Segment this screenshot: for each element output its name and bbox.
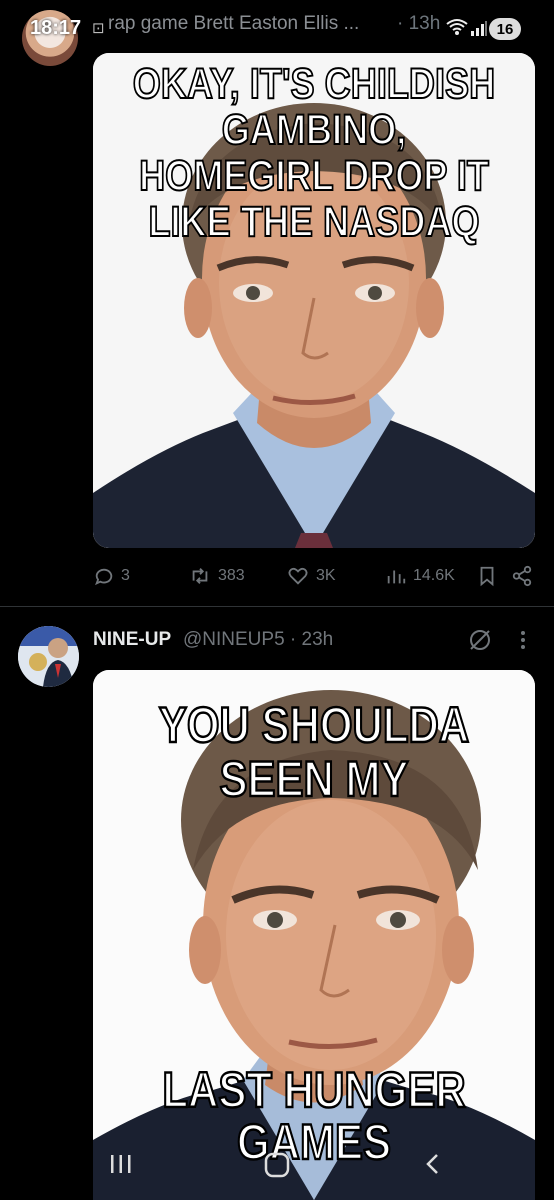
repost-button[interactable]: 383 — [188, 565, 245, 587]
views-count: 14.6K — [413, 567, 455, 584]
author-avatar-nineup[interactable] — [18, 626, 79, 687]
meme2-caption-top: YOU SHOULDA SEEN MY — [158, 697, 470, 808]
share-button[interactable] — [511, 565, 533, 587]
reply-button[interactable]: 3 — [93, 565, 130, 587]
bookmark-icon — [480, 566, 494, 587]
tweet2-display-name[interactable]: NINE-UP — [93, 629, 171, 651]
signal-icon — [471, 21, 487, 36]
reply-count: 3 — [121, 567, 130, 584]
slash-circle-icon[interactable] — [466, 626, 494, 654]
bar-chart-icon — [387, 570, 406, 584]
tweet2-meme-image[interactable]: YOU SHOULDA SEEN MY LAST HUNGER GAMES — [93, 670, 535, 1200]
tweet1-action-bar: 3 383 3K 14.6K — [93, 565, 538, 593]
tweet-divider — [0, 606, 554, 607]
screenshot-status-icon: ⊡ — [92, 20, 105, 37]
repost-count: 383 — [218, 567, 245, 584]
heart-icon — [288, 567, 308, 585]
status-time: 18:17 — [30, 17, 82, 39]
share-icon — [512, 565, 532, 587]
tweet1-time: · 13h — [397, 13, 441, 34]
tweet1-meme-image[interactable]: OKAY, IT'S CHILDISH GAMBINO, HOMEGIRL DR… — [93, 53, 535, 548]
meme1-caption: OKAY, IT'S CHILDISH GAMBINO, HOMEGIRL DR… — [132, 60, 496, 246]
repost-arrows-icon — [192, 568, 208, 584]
bookmark-button[interactable] — [476, 565, 498, 587]
views-button[interactable]: 14.6K — [385, 565, 455, 587]
vertical-ellipsis-icon[interactable] — [518, 626, 528, 654]
like-count: 3K — [316, 567, 336, 584]
tweet2-handle-time[interactable]: @NINEUP5 · 23h — [183, 629, 333, 651]
speech-bubble-icon — [95, 568, 113, 586]
tweet1-header-text[interactable]: rap game Brett Easton Ellis ... — [108, 13, 359, 35]
like-button[interactable]: 3K — [286, 565, 336, 587]
avatar2-image — [18, 626, 79, 687]
battery-indicator: 16 — [489, 18, 521, 40]
wifi-icon — [446, 19, 468, 35]
meme2-caption-bottom: LAST HUNGER GAMES — [161, 1062, 466, 1170]
